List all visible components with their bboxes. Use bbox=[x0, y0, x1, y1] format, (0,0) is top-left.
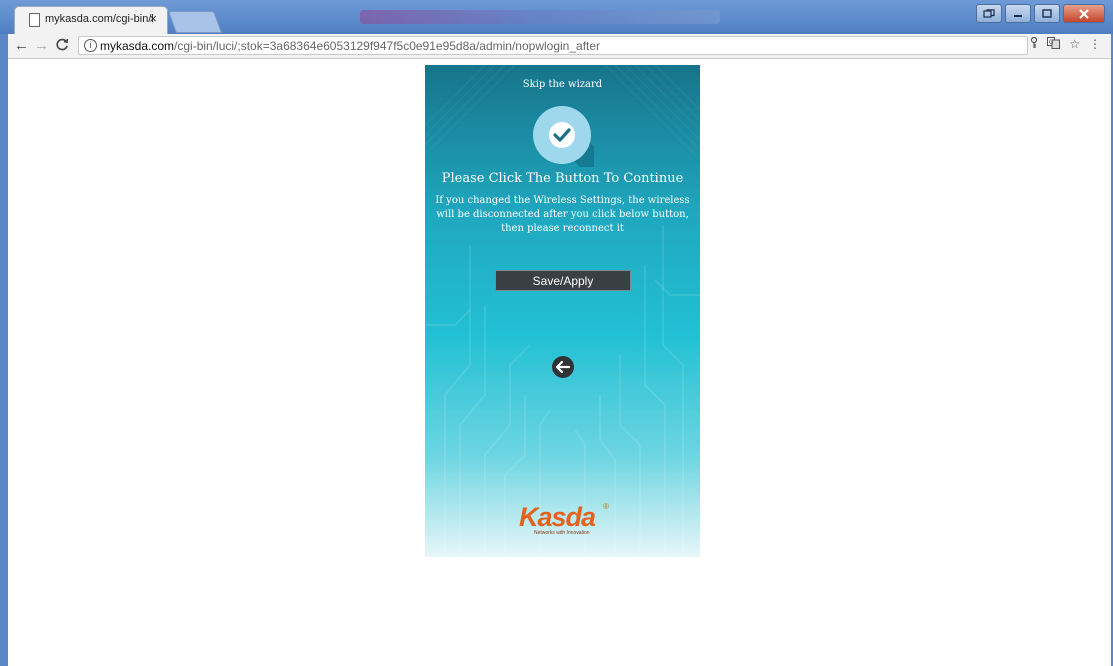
new-tab-button[interactable] bbox=[167, 11, 223, 33]
reload-icon[interactable] bbox=[56, 38, 69, 54]
star-icon[interactable]: ☆ bbox=[1069, 37, 1080, 52]
tab-title: mykasda.com/cgi-bin/l bbox=[45, 13, 153, 25]
wireless-reconnect-note: If you changed the Wireless Settings, th… bbox=[435, 195, 690, 234]
forward-arrow-icon[interactable]: → bbox=[34, 37, 49, 54]
router-wizard-panel: Skip the wizard Please Click The Button … bbox=[425, 65, 700, 557]
address-bar[interactable]: i mykasda.com/cgi-bin/luci/;stok=3a68364… bbox=[78, 36, 1028, 55]
url-text: mykasda.com/cgi-bin/luci/;stok=3a68364e6… bbox=[100, 39, 600, 53]
browser-tab[interactable]: mykasda.com/cgi-bin/l × bbox=[14, 6, 168, 34]
registered-mark: ® bbox=[603, 502, 609, 511]
logo-tagline: Networks with Innovation bbox=[534, 530, 590, 536]
browser-tab-strip: mykasda.com/cgi-bin/l × bbox=[0, 0, 1113, 34]
window-controls bbox=[976, 4, 1105, 23]
close-window-icon[interactable] bbox=[1063, 4, 1105, 23]
key-icon[interactable] bbox=[1030, 36, 1038, 52]
minimize-icon[interactable] bbox=[1005, 4, 1031, 23]
svg-text:G: G bbox=[1049, 39, 1054, 46]
window-title bbox=[360, 10, 720, 24]
translate-icon[interactable]: G bbox=[1047, 37, 1061, 52]
menu-icon[interactable]: ⋮ bbox=[1089, 37, 1101, 52]
url-path: /cgi-bin/luci/;stok=3a68364e6053129f947f… bbox=[174, 39, 601, 53]
logo-wordmark: Kasda bbox=[519, 502, 596, 532]
window-frame-left bbox=[0, 0, 8, 666]
browser-toolbar: ← → i mykasda.com/cgi-bin/luci/;stok=3a6… bbox=[8, 34, 1111, 59]
url-host: mykasda.com bbox=[100, 39, 175, 53]
toolbar-actions: G ☆ ⋮ bbox=[1030, 36, 1101, 52]
save-apply-button[interactable]: Save/Apply bbox=[495, 270, 631, 291]
page-icon bbox=[29, 13, 40, 27]
info-icon[interactable]: i bbox=[84, 39, 97, 52]
back-arrow-icon[interactable] bbox=[551, 355, 575, 379]
success-check-icon bbox=[532, 105, 594, 167]
tab-close-icon[interactable]: × bbox=[149, 11, 157, 26]
continue-heading: Please Click The Button To Continue bbox=[441, 171, 684, 186]
back-arrow-icon[interactable]: ← bbox=[14, 37, 29, 54]
maximize-icon[interactable] bbox=[1034, 4, 1060, 23]
skip-wizard-link[interactable]: Skip the wizard bbox=[425, 79, 700, 90]
kasda-logo: Kasda ® Networks with Innovation bbox=[519, 502, 619, 536]
restore-down-icon[interactable] bbox=[976, 4, 1002, 23]
